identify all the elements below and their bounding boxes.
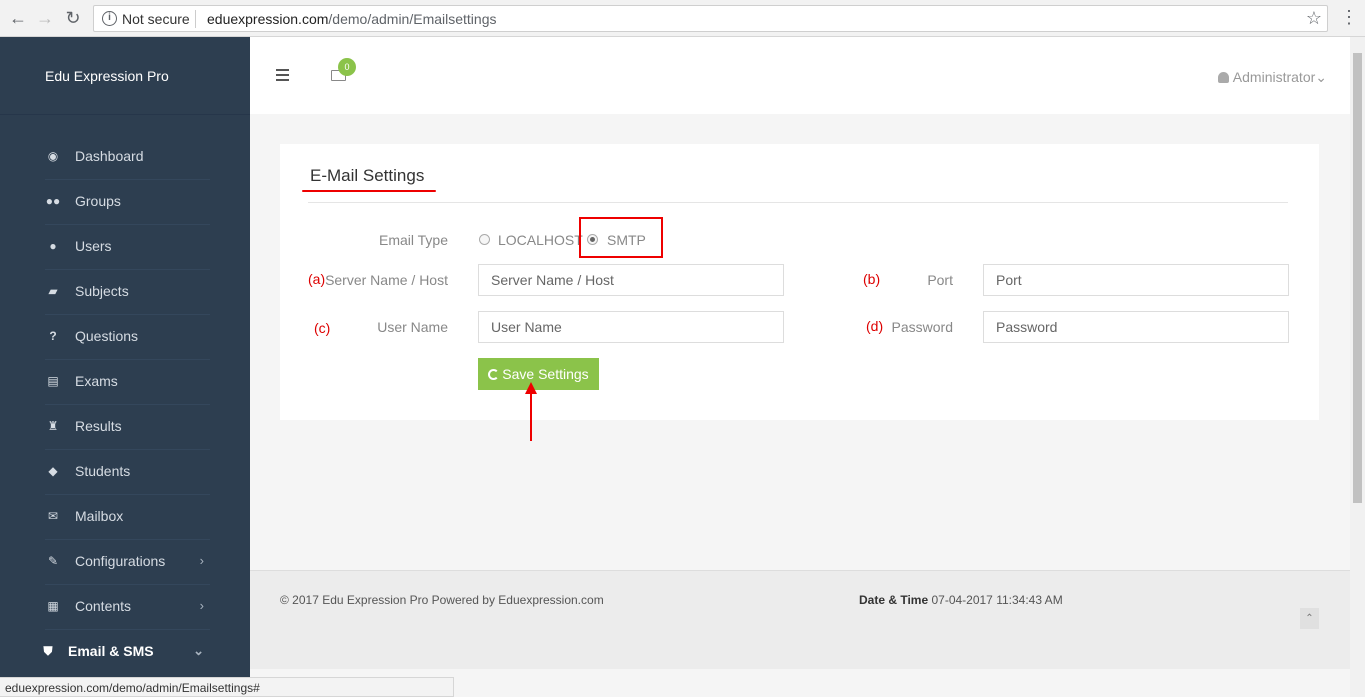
chevron-down-icon: ⌄ <box>193 643 204 658</box>
sidebar-item-label: Contents <box>75 598 132 614</box>
sidebar-menu: ◉ Dashboard ●● Groups ● Users ▰ Subjects… <box>0 135 250 675</box>
top-header: 0 Administrator⌄ <box>250 37 1350 114</box>
save-settings-label: Save Settings <box>502 366 589 382</box>
password-input[interactable] <box>983 311 1289 343</box>
user-icon <box>1217 72 1229 83</box>
sidebar-item-contents[interactable]: ▦ Contents › <box>45 585 210 630</box>
status-url: eduexpression.com/demo/admin/Emailsettin… <box>0 677 454 697</box>
sidebar-item-label: Groups <box>75 193 121 209</box>
sidebar-item-label: Students <box>75 463 131 479</box>
save-settings-button[interactable]: Save Settings <box>478 358 599 390</box>
email-type-label: Email Type <box>379 232 448 248</box>
hamburger-menu-icon[interactable] <box>276 69 289 84</box>
back-arrow-icon[interactable]: ← <box>8 8 28 28</box>
sidebar-item-students[interactable]: ◆ Students <box>45 450 210 495</box>
annotation-d: (d) <box>866 318 884 334</box>
annotation-b: (b) <box>863 271 881 287</box>
newspaper-icon: ▦ <box>47 599 59 613</box>
browser-menu-icon[interactable]: ⋮ <box>1340 7 1358 27</box>
port-label: Port <box>927 272 953 288</box>
reload-icon[interactable]: ↻ <box>63 8 83 28</box>
page-title: E-Mail Settings <box>310 166 425 185</box>
info-icon[interactable]: i <box>102 11 117 26</box>
title-annotation-underline <box>302 190 436 192</box>
username-label: User Name <box>377 319 448 335</box>
sidebar-item-exams[interactable]: ▤ Exams <box>45 360 210 405</box>
sidebar-item-results[interactable]: ♜ Results <box>45 405 210 450</box>
localhost-radio-label[interactable]: LOCALHOST <box>498 232 583 248</box>
localhost-radio[interactable] <box>479 234 490 245</box>
browser-toolbar: ← → ↻ i Not secure eduexpression.com/dem… <box>0 0 1365 37</box>
url-divider <box>195 10 196 28</box>
envelope-icon: ✉ <box>47 509 59 523</box>
scroll-to-top-button[interactable]: ⌃ <box>1300 608 1319 629</box>
user-name: Administrator <box>1232 69 1316 85</box>
address-bar[interactable]: i Not secure eduexpression.com/demo/admi… <box>93 5 1328 32</box>
list-icon: ▤ <box>47 374 59 388</box>
sidebar-item-email-sms[interactable]: ⛊ Email & SMS ⌄ <box>43 630 210 675</box>
server-label: Server Name / Host <box>325 272 448 288</box>
port-input[interactable] <box>983 264 1289 296</box>
refresh-icon <box>488 369 500 380</box>
datetime-label: Date & Time <box>859 593 929 607</box>
url-text[interactable]: eduexpression.com/demo/admin/Emailsettin… <box>207 11 496 27</box>
dashboard-icon: ◉ <box>47 149 59 163</box>
sidebar-item-questions[interactable]: ? Questions <box>45 315 210 360</box>
sidebar: Edu Expression Pro ◉ Dashboard ●● Groups… <box>0 37 250 697</box>
user-menu[interactable]: Administrator⌄ <box>1217 69 1327 86</box>
chevron-down-icon: ⌄ <box>1315 69 1327 85</box>
sidebar-item-dashboard[interactable]: ◉ Dashboard <box>45 135 210 180</box>
url-path: /demo/admin/Emailsettings <box>328 11 497 27</box>
book-icon: ▰ <box>48 284 58 298</box>
sidebar-item-users[interactable]: ● Users <box>45 225 210 270</box>
users-group-icon: ●● <box>45 194 61 208</box>
graduation-cap-icon: ◆ <box>48 464 58 478</box>
user-icon: ● <box>49 239 57 253</box>
password-label: Password <box>891 319 953 335</box>
brand-title[interactable]: Edu Expression Pro <box>0 37 250 115</box>
datetime: Date & Time 07-04-2017 11:34:43 AM <box>859 593 1063 607</box>
sidebar-item-label: Questions <box>75 328 139 344</box>
trophy-icon: ♜ <box>47 419 59 433</box>
annotation-c: (c) <box>314 320 331 336</box>
sidebar-item-label: Results <box>75 418 122 434</box>
sidebar-item-label: Email & SMS <box>68 643 154 659</box>
shield-icon: ⛊ <box>43 644 53 658</box>
smtp-annotation-box <box>579 217 663 258</box>
username-input[interactable] <box>478 311 784 343</box>
chevron-right-icon: › <box>199 553 204 568</box>
sidebar-item-subjects[interactable]: ▰ Subjects <box>45 270 210 315</box>
copyright-text: © 2017 Edu Expression Pro Powered by Edu… <box>280 593 604 607</box>
server-input[interactable] <box>478 264 784 296</box>
annotation-arrow <box>530 392 532 441</box>
sidebar-item-label: Mailbox <box>75 508 124 524</box>
sidebar-item-mailbox[interactable]: ✉ Mailbox <box>45 495 210 540</box>
scrollbar-thumb[interactable] <box>1353 53 1362 503</box>
sidebar-item-configurations[interactable]: ✎ Configurations › <box>45 540 210 585</box>
sidebar-item-label: Dashboard <box>75 148 144 164</box>
divider <box>308 202 1288 203</box>
chevron-right-icon: › <box>199 598 204 613</box>
page-scrollbar[interactable] <box>1350 37 1365 697</box>
datetime-value: 07-04-2017 11:34:43 AM <box>928 593 1063 607</box>
sidebar-item-label: Subjects <box>75 283 129 299</box>
question-icon: ? <box>49 329 57 343</box>
footer: © 2017 Edu Expression Pro Powered by Edu… <box>250 570 1350 669</box>
wrench-icon: ✎ <box>47 554 59 568</box>
mail-count-badge: 0 <box>338 58 356 76</box>
bookmark-star-icon[interactable]: ☆ <box>1306 8 1322 29</box>
sidebar-item-label: Exams <box>75 373 118 389</box>
sidebar-item-groups[interactable]: ●● Groups <box>45 180 210 225</box>
forward-arrow-icon[interactable]: → <box>35 8 55 28</box>
sidebar-item-label: Configurations <box>75 553 166 569</box>
sidebar-item-label: Users <box>75 238 112 254</box>
security-label: Not secure <box>122 11 190 27</box>
email-settings-panel: E-Mail Settings Email Type LOCALHOST SMT… <box>280 144 1319 420</box>
url-host: eduexpression.com <box>207 11 329 27</box>
